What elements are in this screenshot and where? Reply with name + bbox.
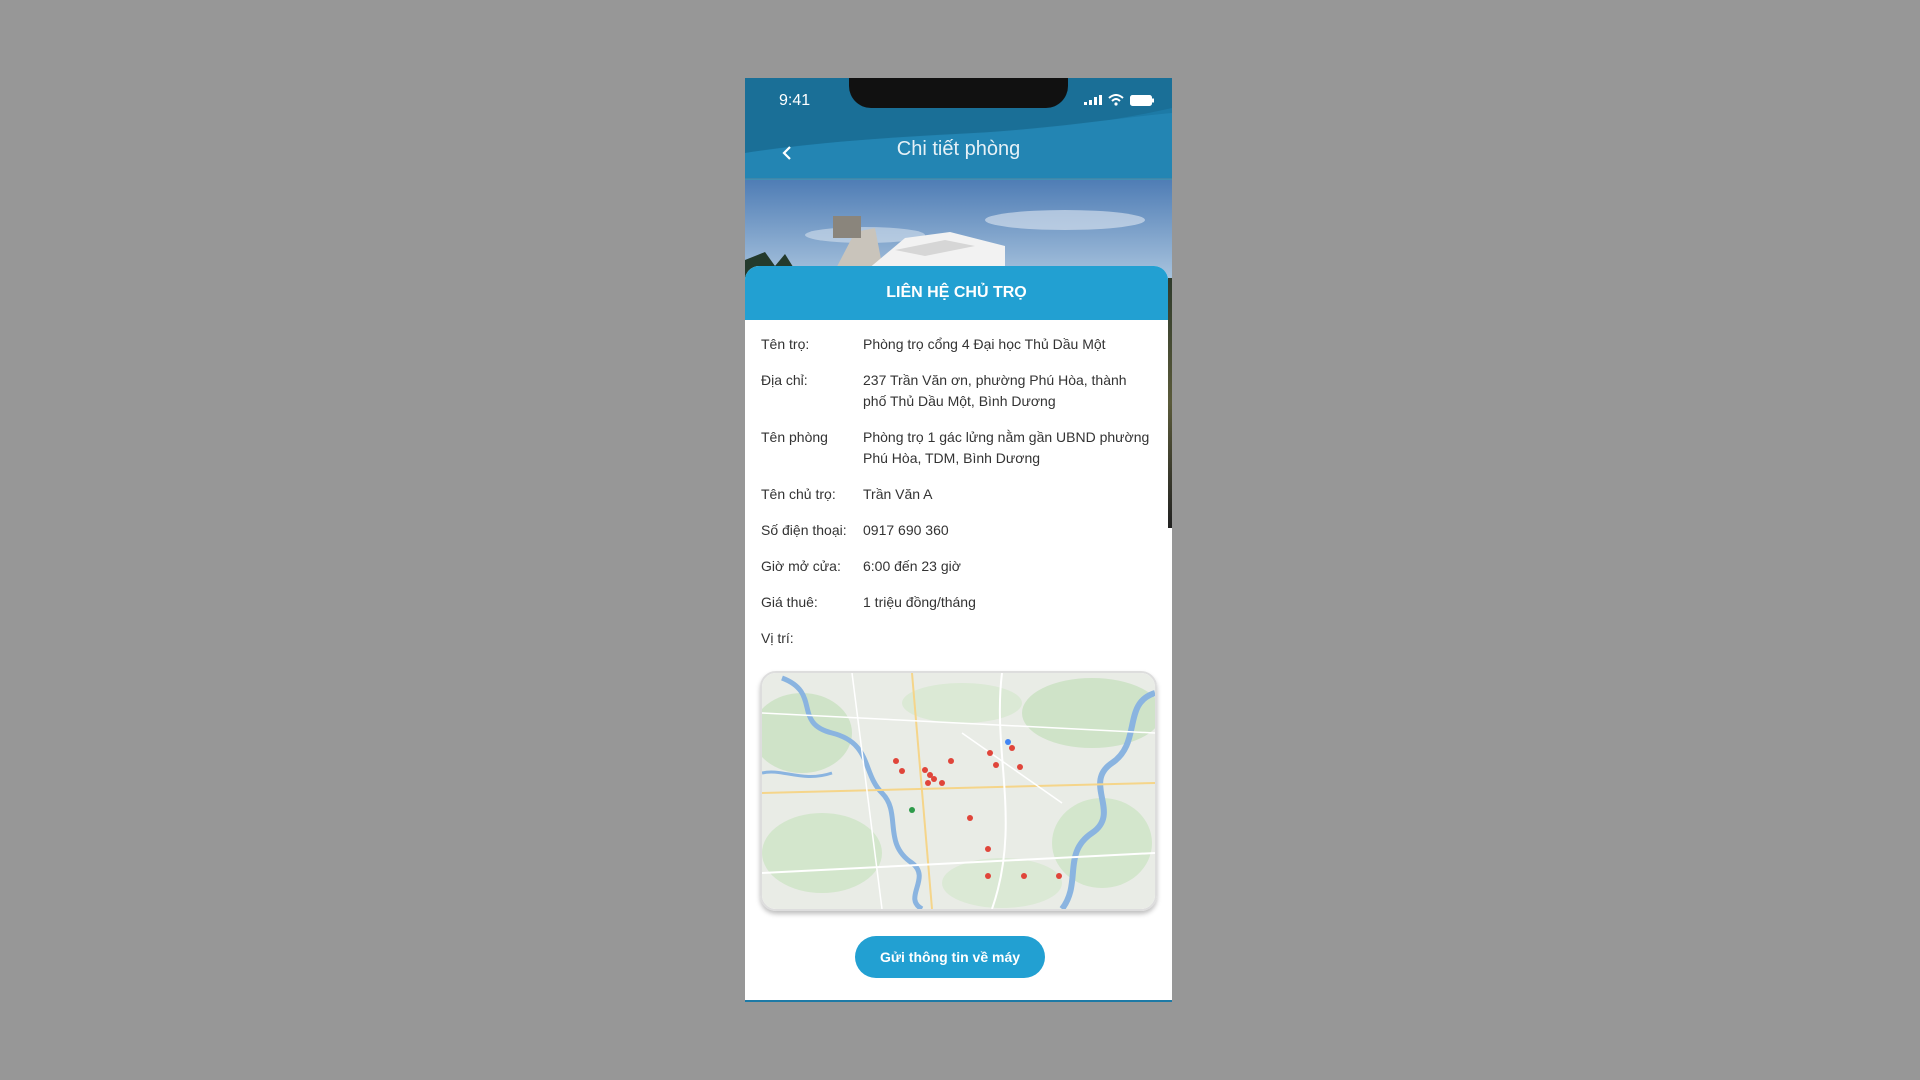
info-label: Tên trọ: xyxy=(761,336,810,352)
info-label: Giờ mở cửa: xyxy=(761,558,841,574)
status-time: 9:41 xyxy=(779,92,811,109)
page-title: Chi tiết phòng xyxy=(896,138,1021,160)
wifi-icon xyxy=(1108,94,1124,106)
info-value xyxy=(863,628,1151,649)
phone-screen: 9:41 Chi tiết phòng LIÊN HỆ CHỦ TRỌ Tên … xyxy=(745,78,1172,1002)
info-value: Phòng trọ cổng 4 Đại học Thủ Dầu Một xyxy=(863,336,1106,352)
room-photo xyxy=(745,180,1172,280)
room-photo-image xyxy=(745,180,1172,280)
info-value: Phòng trọ 1 gác lửng nằm gần UBND phường… xyxy=(863,429,1150,466)
status-icons xyxy=(1084,94,1154,106)
info-row-gia-thue: Giá thuê: 1 triệu đồng/tháng xyxy=(761,592,1151,613)
info-value: Trần Văn A xyxy=(863,486,933,502)
photo-edge xyxy=(1168,278,1172,528)
phone-notch xyxy=(849,78,1068,108)
send-info-button[interactable]: Gửi thông tin về máy xyxy=(855,936,1045,978)
info-row-ten-phong: Tên phòng Phòng trọ 1 gác lửng nằm gần U… xyxy=(761,427,1151,469)
phone-number[interactable]: 0917 690 360 xyxy=(863,520,1151,541)
card-title: LIÊN HỆ CHỦ TRỌ xyxy=(745,266,1168,320)
info-label: Giá thuê: xyxy=(761,594,818,610)
info-row-vi-tri: Vị trí: xyxy=(761,628,1151,649)
battery-icon xyxy=(1130,94,1154,106)
info-value: 6:00 đến 23 giờ xyxy=(863,558,961,574)
info-row-ten-chu-tro: Tên chủ trọ: Trần Văn A xyxy=(761,484,1151,505)
bottom-divider xyxy=(745,1000,1172,1002)
info-row-so-dien-thoai: Số điện thoại: 0917 690 360 xyxy=(761,520,1151,541)
info-row-dia-chi: Địa chỉ: 237 Trần Văn ơn, phường Phú Hòa… xyxy=(761,370,1151,412)
info-label: Địa chỉ: xyxy=(761,372,808,388)
map-image xyxy=(762,673,1155,909)
info-label: Vị trí: xyxy=(761,630,794,646)
info-label: Tên chủ trọ: xyxy=(761,486,836,502)
info-label: Tên phòng xyxy=(761,429,828,445)
info-value: 1 triệu đồng/tháng xyxy=(863,594,976,610)
info-row-gio-mo-cua: Giờ mở cửa: 6:00 đến 23 giờ xyxy=(761,556,1151,577)
info-value: 237 Trần Văn ơn, phường Phú Hòa, thành p… xyxy=(863,372,1127,409)
location-map[interactable] xyxy=(760,671,1157,911)
info-row-ten-tro: Tên trọ: Phòng trọ cổng 4 Đại học Thủ Dầ… xyxy=(761,334,1151,355)
contact-card: LIÊN HỆ CHỦ TRỌ Tên trọ: Phòng trọ cổng … xyxy=(745,266,1168,1002)
info-label: Số điện thoại: xyxy=(761,522,847,538)
signal-icon xyxy=(1084,95,1102,105)
